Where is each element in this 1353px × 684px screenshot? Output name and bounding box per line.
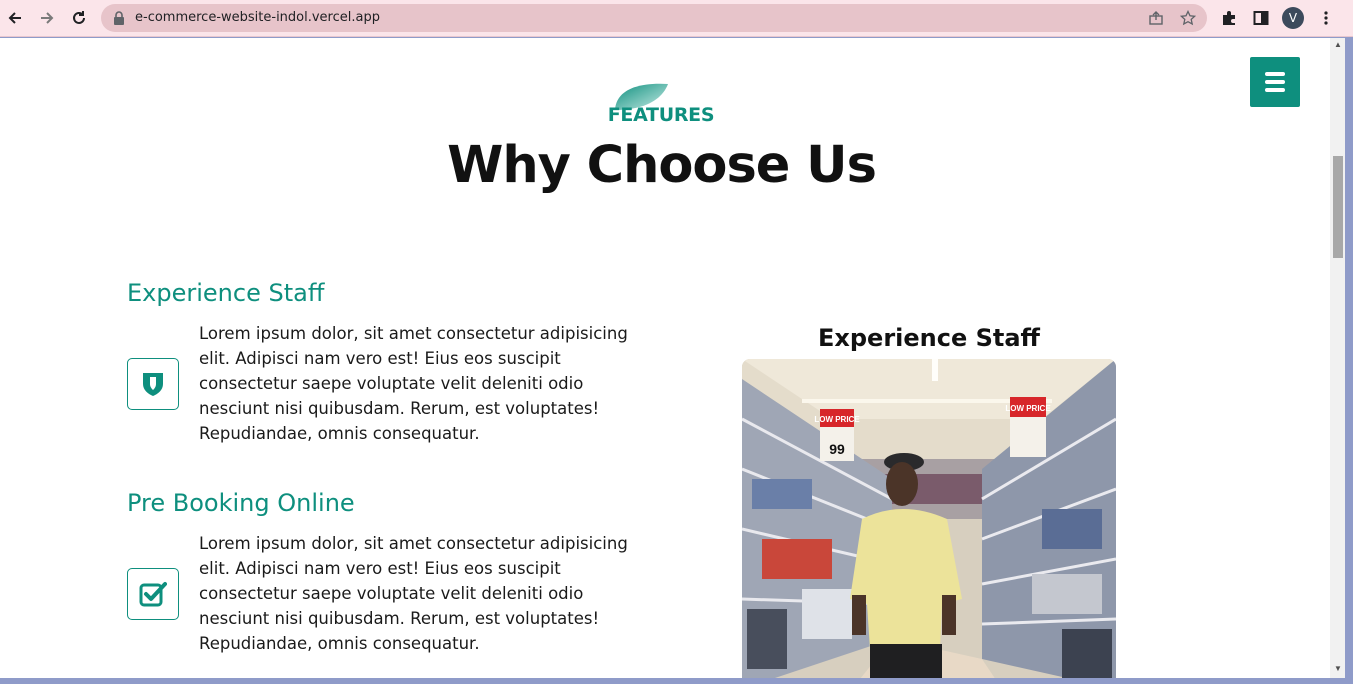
page-viewport: FEATURES Why Choose Us Experience Staff … xyxy=(0,38,1330,678)
share-icon[interactable] xyxy=(1148,10,1164,26)
scroll-down-icon[interactable]: ▼ xyxy=(1333,664,1343,674)
feature-heading-pre-booking: Pre Booking Online xyxy=(127,489,355,517)
window-frame xyxy=(1345,38,1353,684)
star-icon[interactable] xyxy=(1179,9,1197,26)
feature-heading-experience-staff: Experience Staff xyxy=(127,279,325,307)
back-icon[interactable] xyxy=(3,6,27,30)
vertical-scrollbar[interactable]: ▲ ▼ xyxy=(1330,38,1345,678)
side-panel-title: Experience Staff xyxy=(817,324,1040,352)
hamburger-icon-line xyxy=(1265,88,1285,92)
browser-toolbar: e-commerce-website-indol.vercel.app V xyxy=(0,0,1353,37)
feature-description: Lorem ipsum dolor, sit amet consectetur … xyxy=(199,534,628,653)
feature-icon-box xyxy=(127,358,179,410)
feature-description: Lorem ipsum dolor, sit amet consectetur … xyxy=(199,324,628,443)
reload-icon[interactable] xyxy=(67,6,91,30)
svg-text:99: 99 xyxy=(829,441,845,457)
hamburger-icon-line xyxy=(1265,80,1285,84)
shield-icon xyxy=(143,373,163,396)
price-sign: LOW PRICE xyxy=(1005,397,1051,457)
svg-text:LOW PRICE: LOW PRICE xyxy=(1005,404,1051,413)
checkbox-icon xyxy=(139,582,167,607)
staff-photo: LOW PRICE 99 LOW PRICE xyxy=(742,359,1116,678)
kebab-menu-icon[interactable] xyxy=(1314,6,1338,30)
feature-icon-box xyxy=(127,568,179,620)
url-text: e-commerce-website-indol.vercel.app xyxy=(135,10,380,25)
svg-text:LOW PRICE: LOW PRICE xyxy=(814,415,860,424)
features-eyebrow: FEATURES xyxy=(600,78,720,128)
avatar[interactable]: V xyxy=(1282,7,1304,29)
price-sign: LOW PRICE 99 xyxy=(814,409,860,461)
scrollbar-thumb[interactable] xyxy=(1333,156,1343,258)
forward-icon[interactable] xyxy=(35,6,59,30)
extensions-icon[interactable] xyxy=(1217,6,1241,30)
side-panel-icon[interactable] xyxy=(1249,6,1273,30)
hamburger-icon xyxy=(1265,72,1285,76)
window-frame-bottom xyxy=(0,678,1353,684)
lock-icon[interactable] xyxy=(112,10,128,26)
features-label: FEATURES xyxy=(607,104,715,126)
page-title: Why Choose Us xyxy=(447,136,877,195)
scroll-up-icon[interactable]: ▲ xyxy=(1333,40,1343,50)
hamburger-menu-button[interactable] xyxy=(1250,57,1300,107)
avatar-initial: V xyxy=(1288,11,1298,25)
address-bar[interactable]: e-commerce-website-indol.vercel.app xyxy=(101,4,1207,32)
